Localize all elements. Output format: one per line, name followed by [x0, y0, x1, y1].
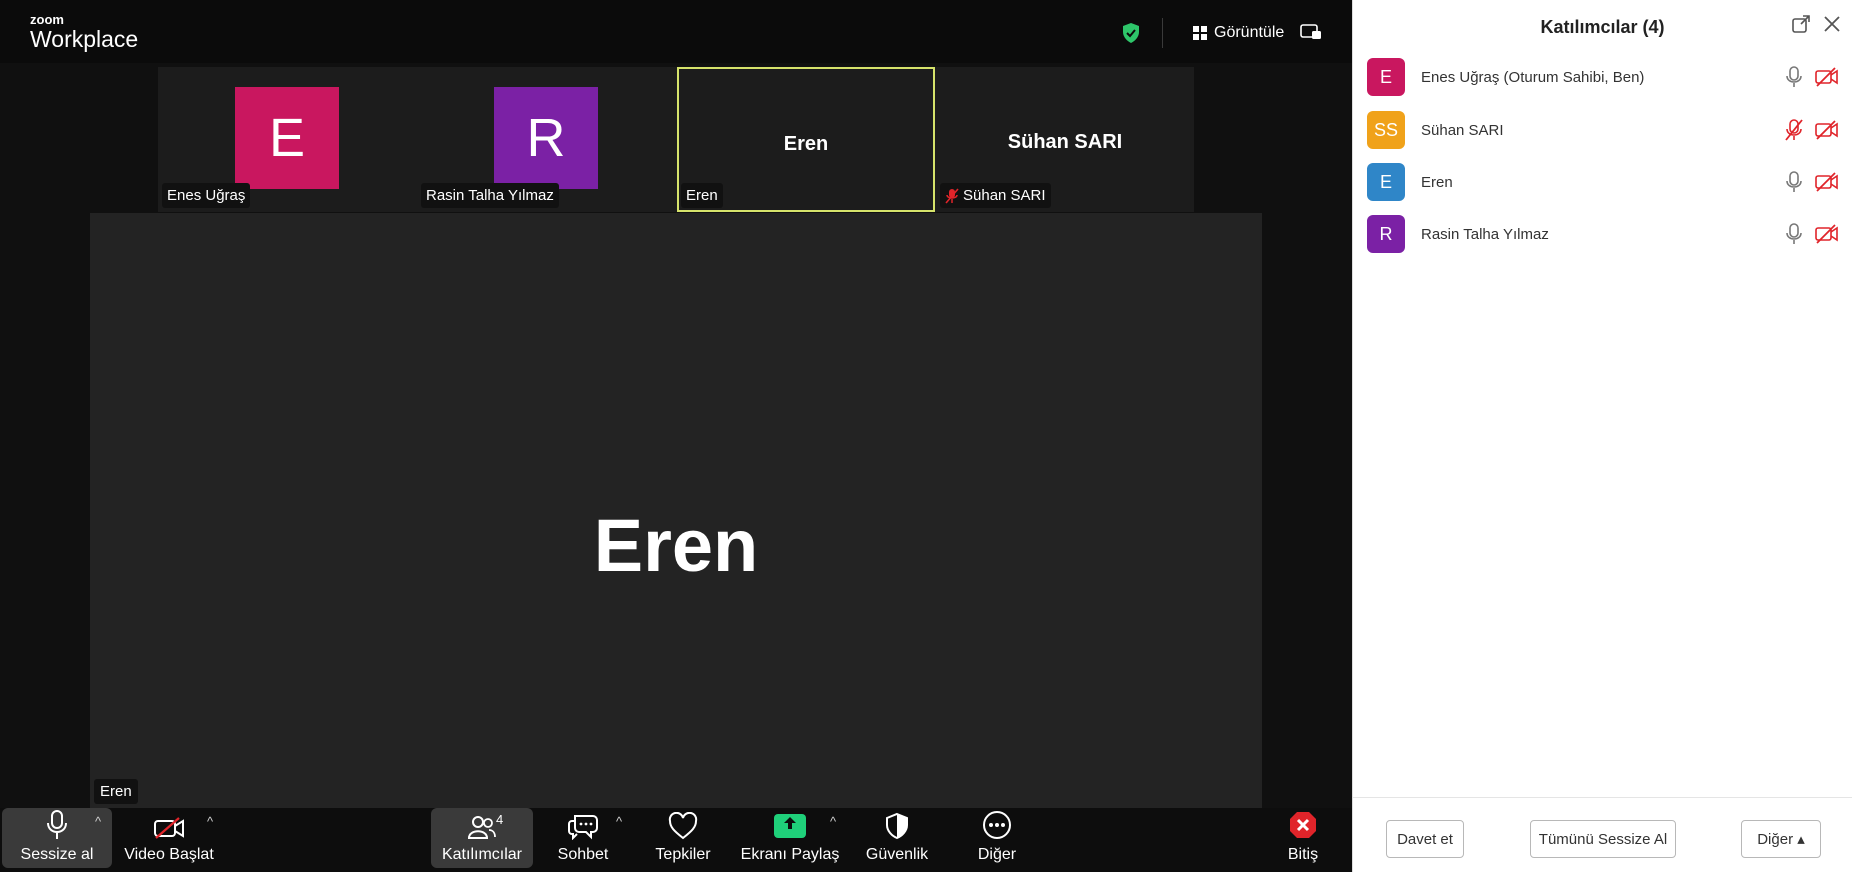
participant-name: Enes Uğraş (Oturum Sahibi, Ben)	[1421, 68, 1645, 86]
video-tile[interactable]: Sühan SARI Sühan SARI	[936, 67, 1194, 212]
mic-muted-icon	[945, 187, 959, 204]
microphone-icon[interactable]	[1785, 66, 1803, 88]
panel-title: Katılımcılar (4)	[1540, 17, 1665, 37]
participant-avatar: E	[1367, 163, 1405, 201]
view-button[interactable]: Görüntüle	[1193, 22, 1284, 44]
participants-label: Katılımcılar	[441, 846, 522, 863]
encryption-shield-icon[interactable]	[1121, 22, 1141, 44]
video-stage: E Enes Uğraş R Rasin Talha Yılmaz Eren E…	[0, 63, 1352, 808]
tile-big-name: Sühan SARI	[1007, 131, 1123, 153]
microphone-icon[interactable]	[1785, 223, 1803, 245]
panel-more-button[interactable]: Diğer ▴	[1741, 820, 1821, 858]
logo-big: Workplace	[30, 26, 139, 52]
tile-big-name: Eren	[783, 133, 829, 155]
video-tile[interactable]: E Enes Uğraş	[158, 67, 416, 212]
mute-label: Sessize al	[20, 846, 94, 863]
panel-footer: Davet et Tümünü Sessize Al Diğer ▴	[1353, 797, 1852, 872]
participant-name-label: Enes Uğraş	[162, 183, 251, 208]
participant-name-label: Eren	[681, 183, 723, 208]
video-off-icon	[154, 817, 184, 839]
end-label: Bitiş	[1287, 846, 1319, 863]
video-off-icon[interactable]	[1815, 223, 1839, 245]
video-off-icon[interactable]	[1815, 171, 1839, 193]
tile-name: Sühan SARI	[963, 187, 1046, 204]
chat-options-chevron-icon[interactable]: ^	[616, 814, 622, 829]
mic-muted-icon[interactable]	[1785, 119, 1803, 141]
screen-layout-icon[interactable]	[1300, 24, 1322, 40]
video-off-icon[interactable]	[1815, 119, 1839, 141]
more-label: Diğer	[977, 846, 1017, 863]
reactions-button[interactable]: Tepkiler	[640, 808, 726, 868]
reactions-label: Tepkiler	[655, 846, 711, 863]
top-bar: zoom Workplace Görüntüle	[0, 0, 1352, 63]
participants-button[interactable]: Katılımcılar	[431, 808, 533, 868]
tile-name: Enes Uğraş	[167, 187, 246, 204]
tile-name: Eren	[686, 187, 718, 204]
participant-name-label: Rasin Talha Yılmaz	[421, 183, 559, 208]
heart-icon	[668, 812, 698, 840]
microphone-icon	[47, 810, 67, 839]
meeting-toolbar: Sessize al ^ Video Başlat ^ Katılımcılar…	[0, 808, 1352, 872]
participant-name-label: Sühan SARI	[940, 183, 1051, 208]
main-video[interactable]: Eren Eren	[90, 213, 1262, 808]
participant-row[interactable]: E Eren	[1367, 162, 1839, 202]
video-tile-active-speaker[interactable]: Eren Eren	[677, 67, 935, 212]
video-off-icon[interactable]	[1815, 66, 1839, 88]
main-speaker-name: Eren	[593, 504, 759, 587]
participants-icon	[467, 816, 496, 839]
participant-avatar: E	[1367, 58, 1405, 96]
start-video-button[interactable]: Video Başlat	[122, 808, 216, 868]
share-screen-icon	[774, 814, 806, 838]
participant-avatar: R	[1367, 215, 1405, 253]
participants-count: 4	[496, 812, 504, 827]
avatar: R	[494, 87, 598, 189]
pop-out-icon[interactable]	[1792, 15, 1810, 33]
participant-avatar: SS	[1367, 111, 1405, 149]
invite-button[interactable]: Davet et	[1386, 820, 1464, 858]
microphone-icon[interactable]	[1785, 171, 1803, 193]
end-icon	[1290, 812, 1316, 838]
security-label: Güvenlik	[865, 846, 929, 863]
participant-name: Rasin Talha Yılmaz	[1421, 225, 1549, 243]
share-label: Ekranı Paylaş	[740, 846, 840, 863]
participant-name: Eren	[1421, 173, 1453, 191]
logo-small: zoom	[30, 12, 64, 27]
share-options-chevron-icon[interactable]: ^	[830, 814, 836, 829]
video-tile[interactable]: R Rasin Talha Yılmaz	[417, 67, 675, 212]
view-label: Görüntüle	[1214, 24, 1285, 41]
participant-row[interactable]: SS Sühan SARI	[1367, 110, 1839, 150]
video-label: Video Başlat	[124, 846, 214, 863]
divider	[1162, 18, 1163, 48]
participant-row[interactable]: E Enes Uğraş (Oturum Sahibi, Ben)	[1367, 57, 1839, 97]
avatar: E	[235, 87, 339, 189]
close-icon[interactable]	[1823, 15, 1841, 33]
share-screen-button[interactable]: Ekranı Paylaş	[740, 808, 840, 868]
zoom-window: zoom Workplace Görüntüle E Enes Uğraş R …	[0, 0, 1852, 872]
participants-panel: Katılımcılar (4) E Enes Uğraş (Oturum Sa…	[1352, 0, 1852, 872]
more-icon	[983, 811, 1011, 839]
gallery-strip: E Enes Uğraş R Rasin Talha Yılmaz Eren E…	[158, 67, 1194, 212]
mute-all-button[interactable]: Tümünü Sessize Al	[1530, 820, 1676, 858]
zoom-logo: zoom Workplace	[30, 12, 139, 52]
video-options-chevron-icon[interactable]: ^	[207, 814, 213, 829]
grid-icon	[1193, 26, 1207, 40]
participant-name: Sühan SARI	[1421, 121, 1504, 139]
security-shield-icon	[886, 812, 908, 840]
tile-name: Rasin Talha Yılmaz	[426, 187, 554, 204]
security-button[interactable]: Güvenlik	[855, 808, 939, 868]
audio-options-chevron-icon[interactable]: ^	[95, 814, 101, 829]
main-video-label: Eren	[94, 779, 138, 804]
more-button[interactable]: Diğer	[955, 808, 1039, 868]
chat-icon	[568, 815, 598, 840]
end-meeting-button[interactable]: Bitiş	[1282, 808, 1324, 868]
chat-button[interactable]: Sohbet	[540, 808, 626, 868]
participant-row[interactable]: R Rasin Talha Yılmaz	[1367, 214, 1839, 254]
chat-label: Sohbet	[557, 846, 609, 863]
